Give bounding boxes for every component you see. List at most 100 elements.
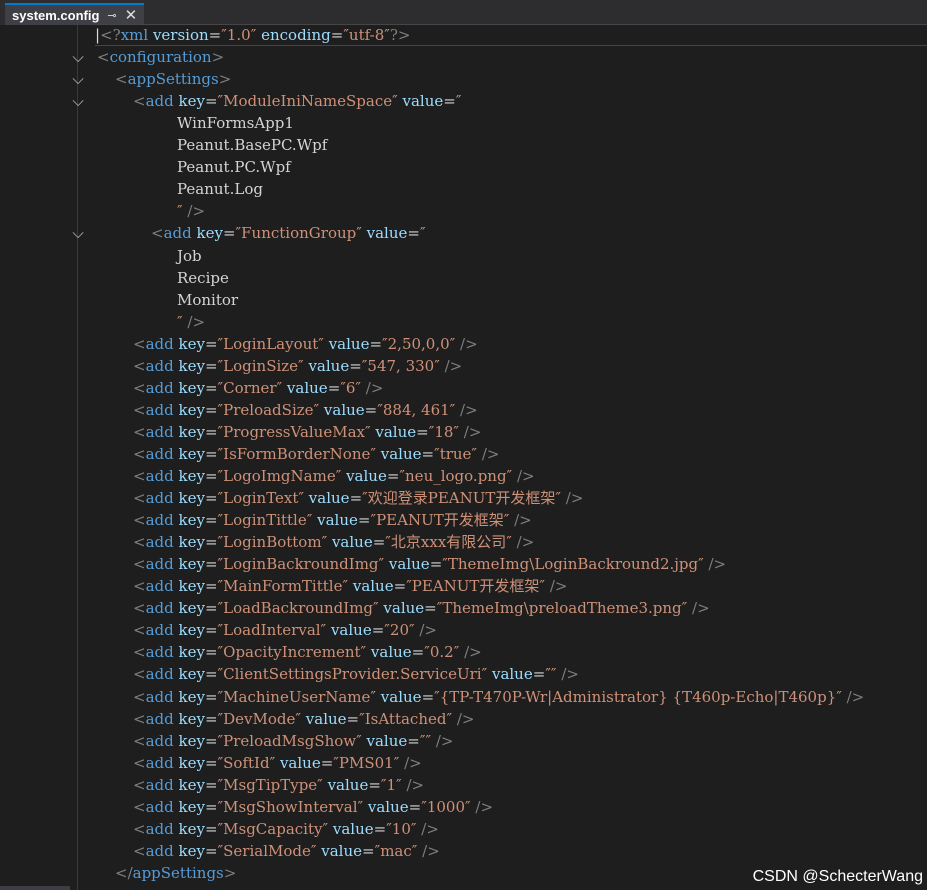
code-token: </ [115, 863, 133, 882]
code-token: = [429, 555, 443, 574]
code-token: = [386, 467, 400, 485]
code-token: < [97, 48, 110, 67]
code-token: = [204, 92, 218, 111]
code-token: = [204, 621, 218, 640]
add-entry-line: <add key=″PreloadMsgShow″ value=″″ /> [133, 730, 453, 752]
code-token: < [133, 687, 146, 706]
add-entry-line: <add key=″LoginBottom″ value=″北京xxx有限公司″… [133, 531, 534, 553]
code-token: value [366, 731, 408, 750]
code-token: > [218, 70, 232, 89]
fold-chevron-icon[interactable]: ⌵ [70, 225, 86, 241]
tab-title: system.config [12, 7, 100, 23]
code-token: < [115, 70, 128, 89]
code-token: value [331, 533, 373, 552]
code-token: /> [846, 687, 865, 706]
add-entry-line: <add key=″MsgTipType″ value=″1″ /> [133, 774, 424, 796]
code-token: = [424, 599, 437, 618]
value-continuation-line: Peanut.Log [177, 178, 263, 200]
add-entry-line: <add key=″MsgCapacity″ value=″10″ /> [133, 818, 439, 840]
fold-chevron-icon[interactable]: ⌵ [70, 93, 86, 109]
pin-icon[interactable]: ⊸ [107, 9, 116, 22]
code-editor[interactable]: ⌵ ⌵ ⌵ ⌵ |<?xml version=″1.0″ encoding=″utf-… [0, 24, 927, 890]
entry-value-line: WinFormsApp1 [177, 114, 294, 133]
entry-value-line: Peanut.BasePC.Wpf [177, 136, 328, 155]
entry-key: ″MachineUserName″ [217, 687, 377, 706]
code-token: = [204, 599, 218, 618]
code-token: add [145, 444, 174, 463]
code-token: value [279, 753, 321, 772]
code-token: < [133, 753, 146, 772]
entry-value: ″mac″ [374, 841, 418, 860]
appsettings-open-line: <appSettings> [115, 68, 231, 90]
value-close-line: ″ /> [177, 200, 205, 222]
code-token: = [364, 400, 378, 419]
code-token: < [133, 709, 146, 728]
code-token: add [145, 819, 174, 838]
entry-key: ″LogoImgName″ [217, 467, 342, 485]
code-token: ″1.0″ [221, 26, 257, 44]
code-token: version [152, 26, 209, 44]
code-token: add [145, 511, 174, 530]
code-token: < [133, 467, 146, 485]
code-token: = [204, 400, 218, 419]
entry-key: ″ModuleIniNameSpace″ [217, 92, 398, 111]
code-token: /> [475, 797, 494, 816]
code-token: /> [444, 356, 463, 375]
tab-system-config[interactable]: system.config ⊸ ✕ [5, 3, 144, 25]
code-token: = [204, 334, 218, 353]
code-token: key [178, 775, 205, 794]
document-tab-bar: system.config ⊸ ✕ [0, 0, 927, 25]
code-token: key [178, 533, 205, 552]
code-token: value [352, 577, 394, 596]
code-token: > [211, 48, 225, 67]
code-token: /> [708, 555, 727, 574]
code-token: value [332, 819, 374, 838]
code-token: < [133, 334, 146, 353]
code-token: = [393, 577, 407, 596]
close-icon[interactable]: ✕ [125, 6, 138, 24]
code-area[interactable]: |<?xml version=″1.0″ encoding=″utf-8″?> <… [92, 24, 927, 890]
code-token: value [305, 709, 347, 728]
code-token: = [407, 731, 420, 750]
code-token: add [145, 643, 174, 662]
code-token: add [145, 334, 174, 353]
code-token: < [133, 731, 146, 750]
entry-value: ″0.2″ [424, 643, 460, 662]
code-token: = [204, 489, 218, 508]
code-token: add [145, 577, 174, 596]
fold-chevron-icon[interactable]: ⌵ [70, 49, 86, 65]
value-continuation-line: WinFormsApp1 [177, 112, 294, 134]
value-continuation-line: Monitor [177, 289, 238, 311]
code-token: key [178, 621, 205, 640]
code-token: <? [100, 26, 121, 44]
horizontal-scrollbar[interactable] [0, 886, 70, 890]
code-token: ″ [455, 92, 462, 111]
code-token: = [208, 26, 222, 44]
code-token: add [145, 665, 174, 684]
code-token: = [421, 687, 435, 706]
entry-key: ″ClientSettingsProvider.ServiceUri″ [217, 665, 488, 684]
code-token: add [145, 467, 174, 485]
code-token: = [222, 224, 236, 243]
add-entry-line: <add key=″Corner″ value=″6″ /> [133, 377, 383, 399]
entry-key: ″PreloadSize″ [217, 400, 320, 419]
code-token: = [204, 665, 218, 684]
code-token: value [380, 444, 422, 463]
code-token: /> [404, 753, 422, 772]
code-token: key [178, 400, 205, 419]
code-token: /> [406, 775, 425, 794]
code-token: /> [481, 444, 500, 463]
code-token: value [380, 687, 422, 706]
add-entry-line: <add key=″ClientSettingsProvider.Service… [133, 663, 579, 685]
entry-value: ″547, 330″ [361, 356, 440, 375]
code-token: = [373, 819, 387, 838]
code-token: = [204, 444, 218, 463]
code-token: = [204, 687, 218, 706]
entry-key: ″LoginTittle″ [217, 511, 313, 530]
code-token: value [308, 489, 350, 508]
fold-chevron-icon[interactable]: ⌵ [70, 71, 86, 87]
entry-value-line: Job [177, 246, 202, 265]
code-token: value [366, 224, 408, 243]
code-token: key [178, 599, 205, 618]
code-token: = [349, 489, 363, 508]
